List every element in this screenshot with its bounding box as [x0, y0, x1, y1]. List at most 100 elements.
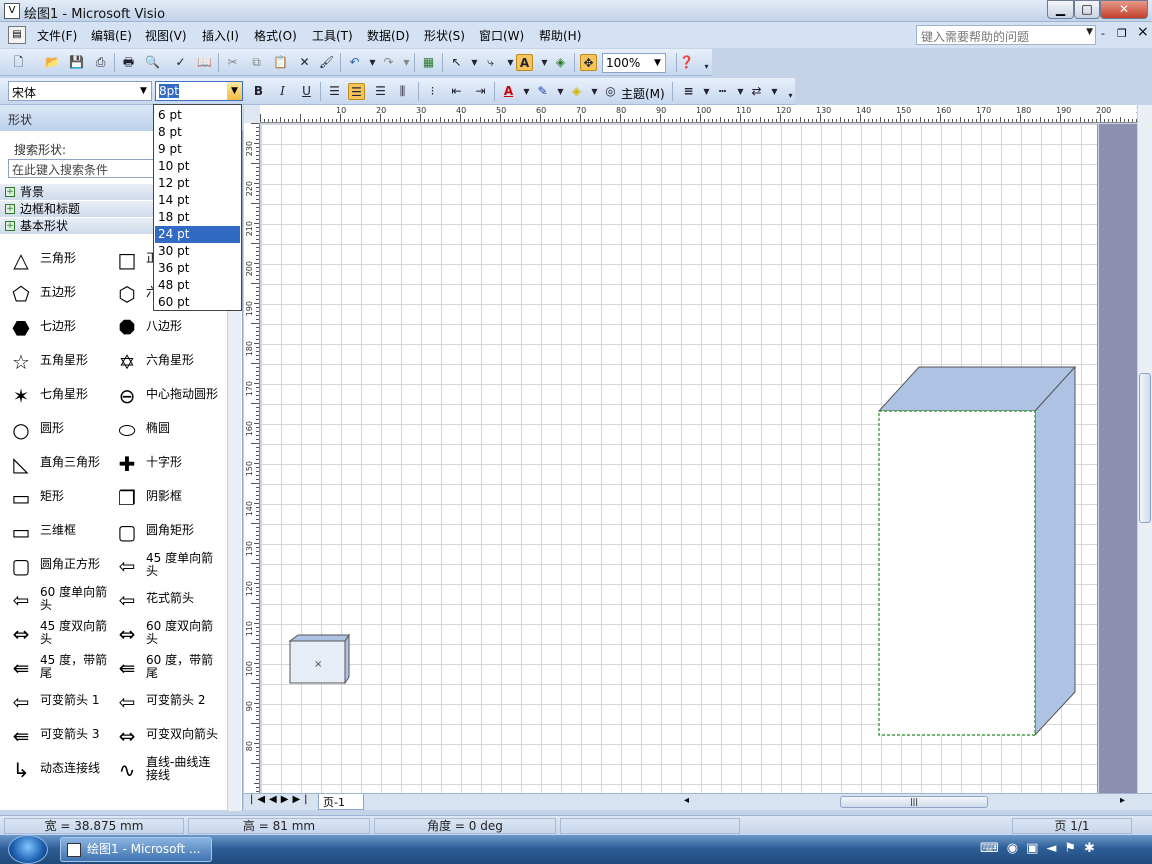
- font-size-select[interactable]: 8pt ▼: [155, 81, 243, 101]
- page-navigation-buttons[interactable]: |◀◀▶▶|: [250, 794, 312, 805]
- bullets-icon[interactable]: ⁝: [424, 83, 441, 100]
- shape-item[interactable]: ∿ 直线-曲线连接线: [106, 753, 218, 787]
- horizontal-ruler[interactable]: 10 20 30 40 50 60 70 80 90 100 110 120 130 140 150 160 1…: [260, 105, 1151, 123]
- print-icon[interactable]: 🖶: [120, 54, 137, 71]
- font-size-option[interactable]: 12 pt: [155, 175, 240, 192]
- menu-shape[interactable]: 形状(S): [424, 27, 465, 44]
- menu-data[interactable]: 数据(D): [367, 27, 410, 44]
- shape-item[interactable]: ▭ 矩形: [0, 481, 112, 515]
- shape-item[interactable]: △ 三角形: [0, 243, 112, 277]
- search-shapes-input[interactable]: 在此键入搜索条件: [8, 159, 156, 178]
- shape-item[interactable]: ✶ 七角星形: [0, 379, 112, 413]
- decrease-indent-icon[interactable]: ⇤: [448, 83, 465, 100]
- visio-app-icon[interactable]: V: [4, 3, 20, 19]
- shape-item[interactable]: ⇦ 可变箭头 2: [106, 685, 218, 719]
- shape-item[interactable]: ↳ 动态连接线: [0, 753, 112, 787]
- font-size-option[interactable]: 6 pt: [155, 107, 240, 124]
- align-right-icon[interactable]: ☰: [372, 83, 389, 100]
- zoom-select[interactable]: 100% ▼: [602, 53, 666, 73]
- shape-item[interactable]: ✚ 十字形: [106, 447, 218, 481]
- stamp-icon[interactable]: ◈: [552, 54, 569, 71]
- large-3d-box[interactable]: [877, 365, 1077, 737]
- menu-window[interactable]: 窗口(W): [479, 27, 524, 44]
- shape-item[interactable]: ⇦ 花式箭头: [106, 583, 218, 617]
- close-button[interactable]: ✕: [1100, 0, 1148, 19]
- font-size-option[interactable]: 10 pt: [155, 158, 240, 175]
- font-size-option[interactable]: 18 pt: [155, 209, 240, 226]
- font-select[interactable]: 宋体 ▼: [8, 81, 152, 101]
- shape-item[interactable]: ⇚ 45 度，带箭尾: [0, 651, 112, 685]
- help-search-input[interactable]: 键入需要帮助的问题 ▼: [916, 25, 1096, 45]
- font-size-option[interactable]: 60 pt: [155, 294, 240, 311]
- vertical-scrollbar[interactable]: [1137, 105, 1152, 793]
- shape-item[interactable]: ▢ 圆角正方形: [0, 549, 112, 583]
- align-left-icon[interactable]: ☰: [326, 83, 343, 100]
- chevron-down-icon[interactable]: ▼: [227, 82, 242, 100]
- font-color-dropdown-icon[interactable]: ▼: [518, 83, 535, 100]
- new-icon[interactable]: 🗋: [10, 54, 27, 71]
- taskbar-visio-button[interactable]: 绘图1 - Microsoft ...: [60, 837, 212, 862]
- shape-item[interactable]: ⬠ 五边形: [0, 277, 112, 311]
- bold-button[interactable]: B: [250, 83, 267, 100]
- shape-item[interactable]: ⯃ 八边形: [106, 311, 218, 345]
- vertical-ruler[interactable]: 230 220 210 200 190 180 170 160 150 140 130 120 110 1…: [244, 123, 260, 793]
- horizontal-scroll-thumb[interactable]: |||: [840, 796, 988, 808]
- menu-view[interactable]: 视图(V): [145, 27, 187, 44]
- font-size-option[interactable]: 8 pt: [155, 124, 240, 141]
- shape-item[interactable]: ◺ 直角三角形: [0, 447, 112, 481]
- redo-icon[interactable]: ↷: [380, 54, 397, 71]
- document-icon[interactable]: ▤: [8, 26, 26, 44]
- align-center-icon[interactable]: ☰: [348, 83, 365, 100]
- font-size-option[interactable]: 48 pt: [155, 277, 240, 294]
- line-ends-icon[interactable]: ⇄: [748, 83, 765, 100]
- paste-icon[interactable]: 📋: [272, 54, 289, 71]
- copy-icon[interactable]: ⧉: [248, 54, 265, 71]
- line-color-icon[interactable]: ✎: [534, 83, 551, 100]
- shape-item[interactable]: ⇦ 45 度单向箭头: [106, 549, 218, 583]
- menu-insert[interactable]: 插入(I): [202, 27, 239, 44]
- undo-dropdown-icon[interactable]: ▼: [364, 54, 381, 71]
- shape-item[interactable]: ☆ 五角星形: [0, 345, 112, 379]
- shape-item[interactable]: ✡ 六角星形: [106, 345, 218, 379]
- research-icon[interactable]: 📖: [196, 54, 213, 71]
- shape-item[interactable]: ⇦ 60 度单向箭头: [0, 583, 112, 617]
- shape-item[interactable]: ▢ 圆角矩形: [106, 515, 218, 549]
- menu-edit[interactable]: 编辑(E): [91, 27, 132, 44]
- small-3d-box[interactable]: ×: [288, 633, 350, 685]
- spelling-icon[interactable]: ✓: [172, 54, 189, 71]
- permission-icon[interactable]: ⎙: [92, 54, 109, 71]
- tab-page-1[interactable]: 页-1: [318, 794, 364, 810]
- scroll-left-icon[interactable]: ◂: [684, 795, 689, 806]
- menu-format[interactable]: 格式(O): [254, 27, 297, 44]
- toolbar-options-icon[interactable]: ▾: [698, 58, 715, 75]
- doc-minimize-button[interactable]: -: [1101, 27, 1105, 40]
- shape-item[interactable]: ⇔ 60 度双向箭头: [106, 617, 218, 651]
- format-painter-icon[interactable]: 🖌: [318, 54, 335, 71]
- cut-icon[interactable]: ✂: [224, 54, 241, 71]
- shape-item[interactable]: ❐ 阴影框: [106, 481, 218, 515]
- shape-item[interactable]: ⇦ 可变箭头 1: [0, 685, 112, 719]
- pointer-tool-icon[interactable]: ↖: [448, 54, 465, 71]
- doc-close-button[interactable]: ×: [1137, 24, 1149, 40]
- toolbar-options-icon[interactable]: ▾: [782, 87, 799, 104]
- shapes-window-icon[interactable]: ▦: [420, 54, 437, 71]
- shape-item[interactable]: ⇔ 45 度双向箭头: [0, 617, 112, 651]
- theme-icon[interactable]: ◎: [602, 83, 619, 100]
- drawing-page[interactable]: ×: [261, 124, 1098, 793]
- shape-item[interactable]: ⇔ 可变双向箭头: [106, 719, 218, 753]
- system-tray[interactable]: ⌨◉▣◄⚑✱: [980, 841, 1103, 856]
- redo-dropdown-icon[interactable]: ▼: [398, 54, 415, 71]
- doc-restore-button[interactable]: ❐: [1117, 27, 1127, 40]
- shape-item[interactable]: ▭ 三维框: [0, 515, 112, 549]
- maximize-button[interactable]: □: [1074, 0, 1100, 19]
- menu-tools[interactable]: 工具(T): [312, 27, 353, 44]
- shape-item[interactable]: ⇚ 60 度，带箭尾: [106, 651, 218, 685]
- line-ends-dropdown-icon[interactable]: ▼: [766, 83, 783, 100]
- theme-button[interactable]: 主题(M): [621, 85, 665, 102]
- chevron-down-icon[interactable]: ▼: [650, 54, 665, 72]
- distribute-icon[interactable]: ⫼: [394, 83, 411, 100]
- shape-item[interactable]: ⬣ 七边形: [0, 311, 112, 345]
- font-size-option[interactable]: 30 pt: [155, 243, 240, 260]
- save-icon[interactable]: 💾: [68, 54, 85, 71]
- increase-indent-icon[interactable]: ⇥: [472, 83, 489, 100]
